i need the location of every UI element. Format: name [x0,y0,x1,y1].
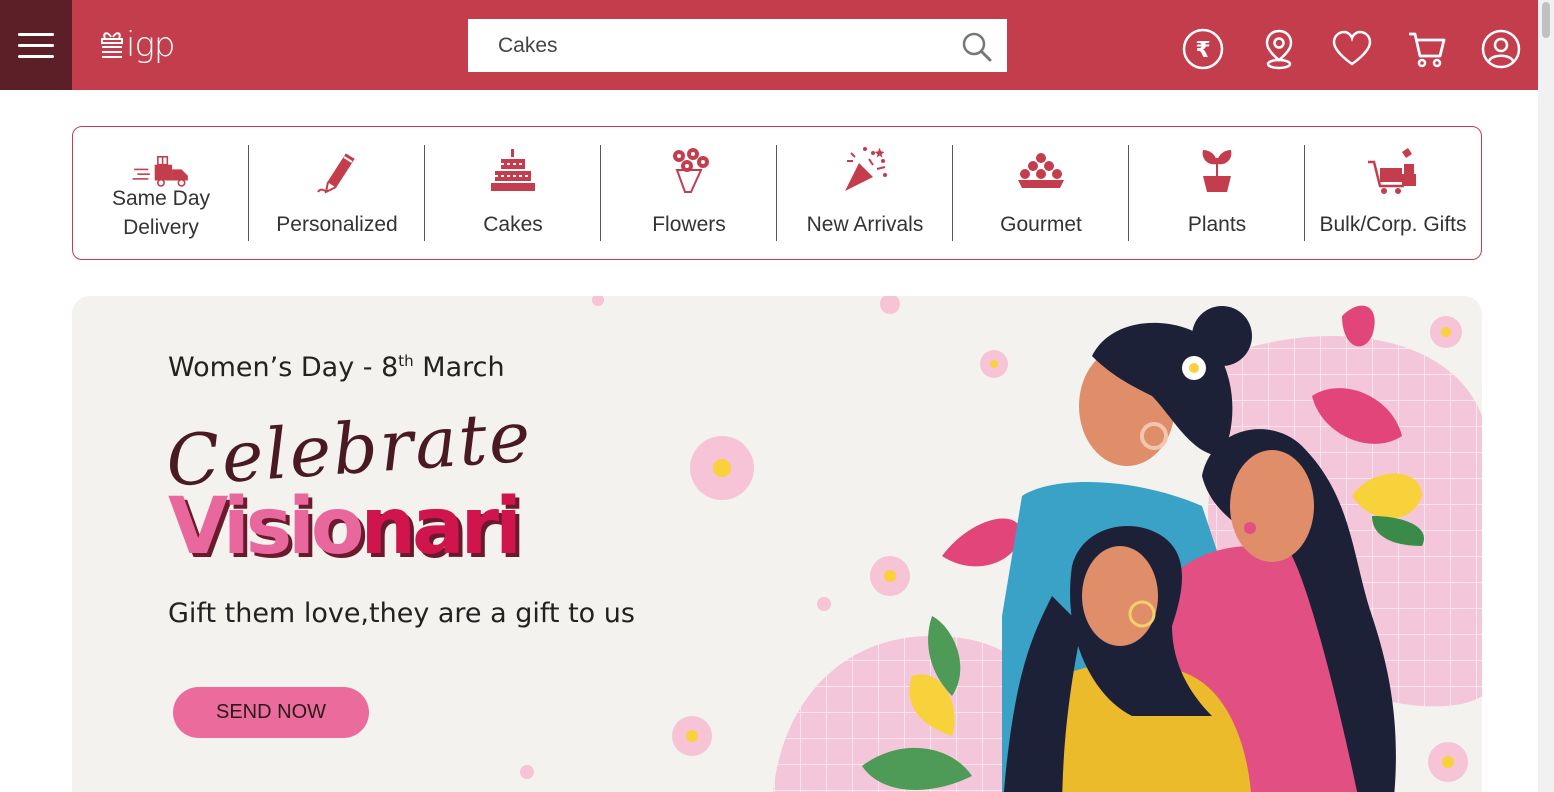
party-popper-icon [835,141,895,201]
igp-logo[interactable]: igp [100,22,175,68]
currency-button[interactable]: ₹ [1182,28,1224,70]
cart-button[interactable] [1406,28,1448,70]
category-label: Bulk/Corp. Gifts [1319,213,1467,236]
potted-plant-icon [1187,141,1247,201]
top-header: igp ₹ [0,0,1538,90]
category-label: Personalized [276,213,398,236]
category-cakes[interactable]: Cakes [425,127,601,259]
category-label: Flowers [652,213,726,236]
category-label: Plants [1187,213,1247,236]
category-personalized[interactable]: Personalized [249,127,425,259]
svg-text:₹: ₹ [1195,38,1210,63]
scrollbar-thumb[interactable] [1542,2,1550,38]
rupee-currency-icon: ₹ [1182,28,1224,70]
logo-text: igp [126,25,175,65]
account-button[interactable] [1480,28,1522,70]
category-gourmet[interactable]: Gourmet [953,127,1129,259]
search-input[interactable] [468,19,938,72]
heart-icon [1332,30,1372,66]
cake-icon [483,141,543,201]
menu-bar-icon [18,43,54,47]
location-button[interactable] [1258,28,1300,70]
flower-bouquet-icon [659,141,719,201]
category-label: Cakes [483,213,543,236]
pencil-icon [307,141,367,201]
delivery-truck-icon [131,141,191,201]
cart-icon [1409,32,1446,68]
send-now-button[interactable]: SEND NOW [173,687,369,738]
search-bar [468,19,1007,72]
category-label: New Arrivals [806,213,924,236]
sweets-platter-icon [1011,141,1071,201]
womens-day-banner[interactable]: Women’s Day - 8th March Celebrate Vision… [72,296,1482,792]
gift-logo-icon [101,32,123,58]
category-bulk-corp-gifts[interactable]: Bulk/Corp. Gifts [1305,127,1481,259]
category-bar: Same Day Delivery Personalized Cakes Flo… [72,126,1482,260]
category-flowers[interactable]: Flowers [601,127,777,259]
hamburger-menu-button[interactable] [0,0,72,90]
menu-bar-icon [18,32,54,36]
location-pin-icon [1265,29,1293,70]
category-label: Gourmet [1000,213,1082,236]
category-same-day-delivery[interactable]: Same Day Delivery [73,127,249,259]
gift-cart-icon [1363,141,1423,201]
search-icon[interactable] [961,31,993,63]
banner-subtitle: Women’s Day - 8th March [168,352,505,383]
menu-bar-icon [18,54,54,58]
category-new-arrivals[interactable]: New Arrivals [777,127,953,259]
vertical-scrollbar[interactable] [1538,0,1554,792]
banner-tagline: Gift them love,they are a gift to us [168,598,635,629]
wishlist-button[interactable] [1331,28,1373,70]
banner-headline: Visionari [168,482,522,572]
user-icon [1481,29,1521,69]
category-plants[interactable]: Plants [1129,127,1305,259]
